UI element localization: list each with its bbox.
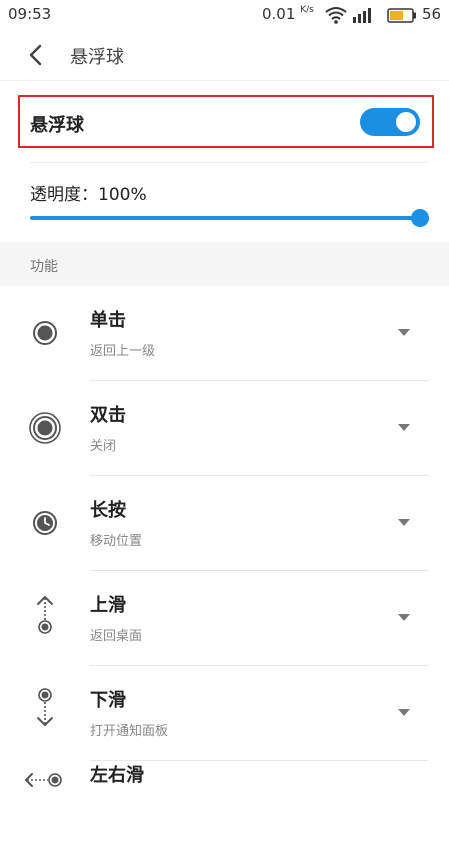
function-value: 移动位置	[90, 534, 143, 549]
function-title: 双击	[90, 405, 126, 426]
app-header: 悬浮球	[0, 30, 449, 80]
opacity-slider-thumb[interactable]	[411, 209, 429, 227]
function-title: 左右滑	[90, 765, 144, 786]
divider	[30, 162, 428, 163]
network-speed-unit: K/s	[300, 5, 314, 15]
dropdown-caret-icon[interactable]	[398, 424, 410, 431]
swipe-down-icon	[37, 688, 53, 726]
function-item-swipe-down[interactable]: 下滑 打开通知面板	[0, 666, 449, 761]
function-item-long-press[interactable]: 长按 移动位置	[0, 476, 449, 571]
status-time: 09:53	[8, 5, 52, 23]
function-value: 返回上一级	[90, 344, 156, 359]
dropdown-caret-icon[interactable]	[398, 614, 410, 621]
section-header: 功能	[0, 242, 449, 286]
opacity-label: 透明度：100%	[30, 185, 147, 205]
function-value: 打开通知面板	[90, 724, 169, 739]
wifi-icon	[325, 7, 347, 24]
function-list: 单击 返回上一级 双击 关闭 长按 移动位置 上滑 返回桌面 下滑 打开通知面板…	[0, 286, 449, 856]
status-bar: 09:53 0.01 K/s 56	[0, 0, 449, 30]
function-value: 关闭	[90, 439, 117, 454]
network-speed-value: 0.01	[262, 5, 296, 23]
function-item-single-tap[interactable]: 单击 返回上一级	[0, 286, 449, 381]
swipe-horizontal-icon	[25, 773, 62, 787]
floating-ball-toggle-row[interactable]: 悬浮球	[18, 95, 434, 148]
function-item-double-tap[interactable]: 双击 关闭	[0, 381, 449, 476]
dot-icon	[33, 321, 57, 345]
dropdown-caret-icon[interactable]	[398, 329, 410, 336]
function-title: 上滑	[90, 595, 126, 616]
function-title: 下滑	[90, 690, 126, 711]
function-title: 长按	[90, 500, 126, 521]
battery-level: 56	[422, 5, 442, 23]
double-ring-icon	[29, 412, 61, 444]
clock-icon	[33, 511, 57, 535]
swipe-up-icon	[37, 596, 53, 634]
back-arrow-icon[interactable]	[24, 42, 50, 68]
opacity-slider[interactable]	[30, 208, 430, 228]
battery-icon	[387, 8, 416, 23]
switch-knob	[396, 112, 416, 132]
function-title: 单击	[90, 310, 126, 331]
function-item-swipe-up[interactable]: 上滑 返回桌面	[0, 571, 449, 666]
dropdown-caret-icon[interactable]	[398, 709, 410, 716]
floating-ball-label: 悬浮球	[30, 115, 84, 136]
page-title: 悬浮球	[70, 47, 124, 68]
network-speed: 0.01 K/s	[262, 5, 314, 23]
opacity-slider-track	[30, 216, 420, 220]
section-label: 功能	[30, 259, 58, 275]
floating-ball-switch[interactable]	[360, 108, 420, 136]
header-divider	[0, 80, 449, 81]
signal-icon	[353, 8, 371, 23]
dropdown-caret-icon[interactable]	[398, 519, 410, 526]
function-value: 返回桌面	[90, 629, 143, 644]
function-item-swipe-horizontal[interactable]: 左右滑	[0, 761, 449, 856]
